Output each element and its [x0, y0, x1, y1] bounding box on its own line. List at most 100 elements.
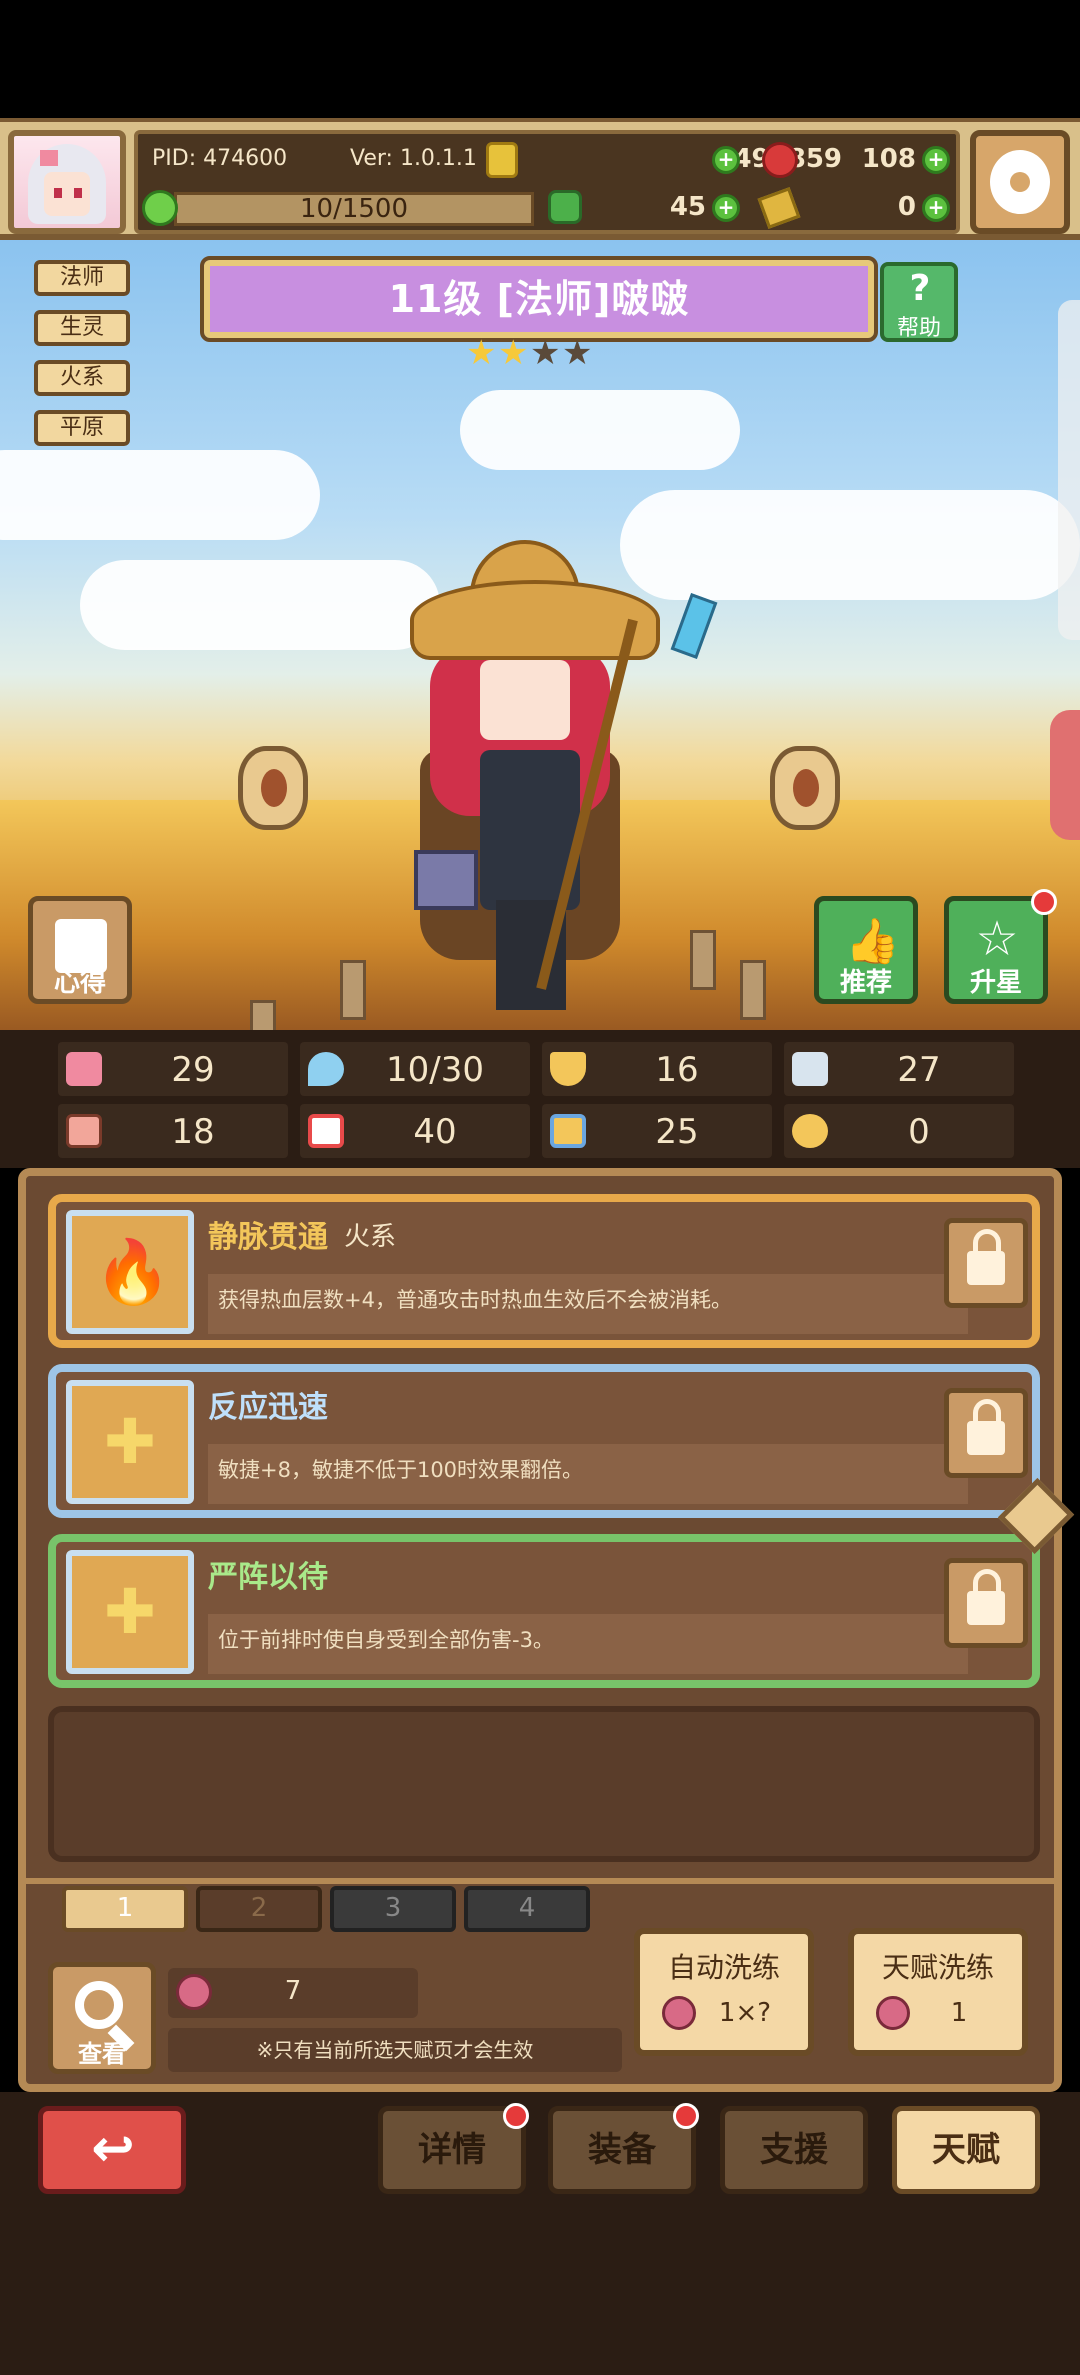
help-button[interactable]: ? 帮助 — [880, 262, 958, 342]
version-label: Ver: 1.0.1.1 — [350, 146, 477, 171]
back-button[interactable]: ↩ — [38, 2106, 186, 2194]
page-tab-3[interactable]: 3 — [330, 1886, 456, 1932]
stat-value: 29 — [171, 1050, 215, 1090]
question-icon: ? — [909, 268, 931, 309]
red-gem-icon — [762, 142, 798, 178]
fist-icon — [66, 1114, 102, 1148]
notification-badge — [503, 2103, 529, 2129]
thumbs-up-icon: 👍 — [845, 916, 900, 967]
star-up-label: 升星 — [969, 968, 1022, 998]
nav-talent-button[interactable]: 天赋 — [892, 2106, 1040, 2194]
talent-lock-button[interactable] — [944, 1218, 1028, 1308]
settings-button[interactable] — [970, 130, 1070, 234]
nav-support-button[interactable]: 支援 — [720, 2106, 868, 2194]
gold-coin-icon — [486, 142, 518, 178]
stat-attack: 18 — [58, 1104, 288, 1158]
page-tab-2[interactable]: 2 — [196, 1886, 322, 1932]
talent-slot-1[interactable]: 🔥 静脉贯通 火系 获得热血层数+4，普通攻击时热血生效后不会被消耗。 — [48, 1194, 1040, 1348]
recommend-button[interactable]: 👍 推荐 — [814, 896, 918, 1004]
nav-details-button[interactable]: 详情 — [378, 2103, 529, 2194]
panel-divider — [26, 1878, 1054, 1884]
spellbook-icon — [308, 1114, 344, 1148]
hero-title-banner: 11级 [法师]啵啵 — [200, 256, 878, 342]
talent-icon: 🔥 — [66, 1210, 194, 1334]
talent-lock-button[interactable] — [944, 1388, 1028, 1478]
potion-fruit-icon — [662, 1996, 696, 2030]
talent-icon: ✚ — [66, 1550, 194, 1674]
potion-fruit-icon — [176, 1974, 212, 2010]
hero-stats: 29 10/30 16 27 18 40 25 0 — [0, 1030, 1080, 1168]
talent-lock-button[interactable] — [944, 1558, 1028, 1648]
energy-bar: 10/1500 — [174, 192, 534, 226]
stat-value: 10/30 — [386, 1050, 484, 1090]
nav-support-label: 支援 — [760, 2130, 828, 2170]
page-tab-4[interactable]: 4 — [464, 1886, 590, 1932]
gem-amount: 108 — [861, 144, 916, 174]
insight-button[interactable]: 心得 — [28, 896, 132, 1004]
auto-wash-button[interactable]: 自动洗练 1×? — [634, 1928, 814, 2056]
heart-icon — [66, 1052, 102, 1086]
talent-name: 反应迅速 — [208, 1390, 328, 1425]
stat-magic: 40 — [300, 1104, 530, 1158]
cross-icon: ✚ — [104, 1575, 156, 1648]
tag-element: 火系 — [34, 360, 130, 396]
talent-slot-3[interactable]: ✚ 严阵以待 位于前排时使自身受到全部伤害-3。 — [48, 1534, 1040, 1688]
star-up-button[interactable]: ☆ 升星 — [944, 889, 1057, 1004]
speed-wing-icon — [792, 1052, 828, 1086]
player-id: PID: 474600 — [152, 146, 288, 171]
view-button[interactable]: 查看 — [48, 1962, 156, 2074]
star-outline-icon: ☆ — [975, 911, 1019, 967]
edge-overlay — [1058, 300, 1080, 640]
bottom-nav: ↩ 详情 装备 支援 天赋 — [0, 2092, 1080, 2375]
add-gem-button[interactable]: + — [922, 146, 950, 174]
edge-float-button[interactable] — [1050, 710, 1080, 840]
star-empty-icon: ★ — [530, 333, 561, 373]
hero-character-sprite — [400, 540, 718, 1030]
talent-wash-button[interactable]: 天赋洗练 1 — [848, 1928, 1028, 2056]
stat-hp: 29 — [58, 1042, 288, 1096]
search-icon — [75, 1981, 123, 2029]
tag-terrain: 平原 — [34, 410, 130, 446]
talent-name: 静脉贯通 — [208, 1220, 328, 1255]
cross-icon: ✚ — [104, 1405, 156, 1478]
energy-leaf-icon — [142, 190, 178, 226]
player-avatar[interactable] — [8, 130, 126, 234]
view-label: 查看 — [78, 2040, 126, 2068]
notification-badge — [673, 2103, 699, 2129]
stat-resist: 25 — [542, 1104, 772, 1158]
stat-value: 27 — [897, 1050, 941, 1090]
unlock-icon — [967, 1569, 1005, 1625]
potion-fruit-icon — [876, 1996, 910, 2030]
status-bar — [0, 0, 1080, 118]
auto-wash-cost: 1×? — [718, 1998, 772, 2028]
add-key-button[interactable]: + — [922, 194, 950, 222]
page-tab-1[interactable]: 1 — [62, 1886, 188, 1932]
stat-value: 16 — [655, 1050, 699, 1090]
scroll-icon — [550, 1114, 586, 1148]
add-gold-button[interactable]: + — [712, 146, 740, 174]
insight-label: 心得 — [53, 968, 106, 998]
stat-speed: 27 — [784, 1042, 1014, 1096]
potion-amount: 7 — [284, 1976, 302, 2006]
clover-icon — [548, 190, 582, 224]
help-label: 帮助 — [896, 316, 941, 341]
talent-slot-2[interactable]: ✚ 反应迅速 敏捷+8，敏捷不低于100时效果翻倍。 — [48, 1364, 1040, 1518]
stat-luck: 0 — [784, 1104, 1014, 1158]
add-clover-button[interactable]: + — [712, 194, 740, 222]
lucky-charm-icon — [792, 1114, 828, 1148]
left-rune-token-icon[interactable] — [238, 746, 308, 830]
resource-panel: PID: 474600 Ver: 1.0.1.1 494859 + 108 + … — [134, 130, 960, 234]
potion-counter: 7 — [168, 1968, 418, 2018]
hero-scene: 法师 生灵 火系 平原 11级 [法师]啵啵 ? 帮助 ★ ★ ★ ★ 心得 👍… — [0, 240, 1080, 1030]
stat-value: 0 — [908, 1112, 930, 1152]
right-rune-token-icon[interactable] — [770, 746, 840, 830]
key-icon — [757, 187, 801, 229]
talent-wash-label: 天赋洗练 — [881, 1951, 994, 1984]
nav-equipment-button[interactable]: 装备 — [548, 2103, 699, 2194]
return-arrow-icon: ↩ — [91, 2119, 135, 2179]
talent-description: 获得热血层数+4，普通攻击时热血生效后不会被消耗。 — [208, 1274, 968, 1334]
nav-talent-label: 天赋 — [932, 2130, 1000, 2170]
tag-race: 生灵 — [34, 310, 130, 346]
stat-value: 25 — [655, 1112, 699, 1152]
gear-icon — [990, 150, 1050, 214]
